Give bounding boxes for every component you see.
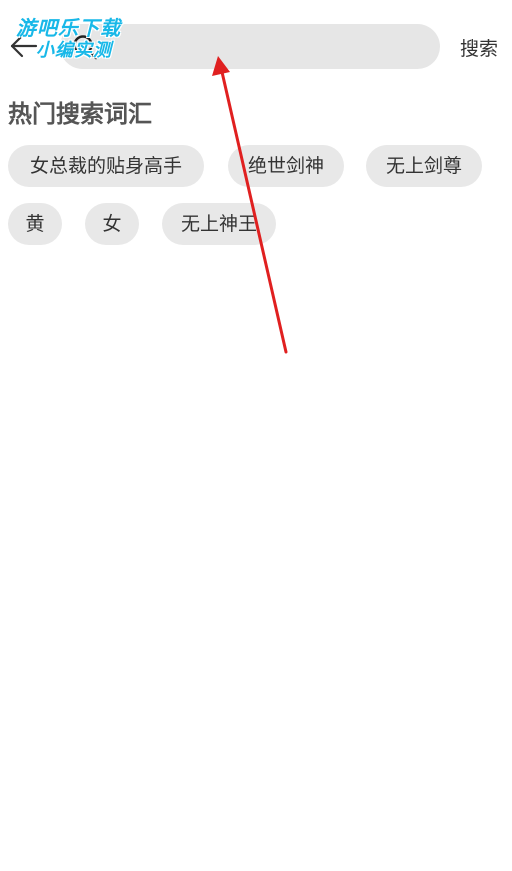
search-button[interactable]: 搜索 (460, 34, 498, 61)
hot-search-tag[interactable]: 无上剑尊 (366, 145, 482, 187)
search-input[interactable] (110, 27, 434, 68)
back-arrow-icon (10, 34, 38, 58)
search-page: 搜索 热门搜索词汇 女总裁的贴身高手 绝世剑神 无上剑尊 黄 女 无上神王 游吧… (0, 0, 512, 871)
hot-search-tag[interactable]: 绝世剑神 (228, 145, 344, 187)
hot-search-tag[interactable]: 女总裁的贴身高手 (8, 145, 204, 187)
hot-search-title: 热门搜索词汇 (8, 100, 152, 128)
search-icon (70, 32, 100, 62)
back-button[interactable] (8, 30, 40, 62)
hot-search-tag[interactable]: 黄 (8, 203, 62, 245)
hot-search-tag[interactable]: 无上神王 (162, 203, 276, 245)
hot-search-tag[interactable]: 女 (85, 203, 139, 245)
annotation-arrow (212, 56, 288, 354)
